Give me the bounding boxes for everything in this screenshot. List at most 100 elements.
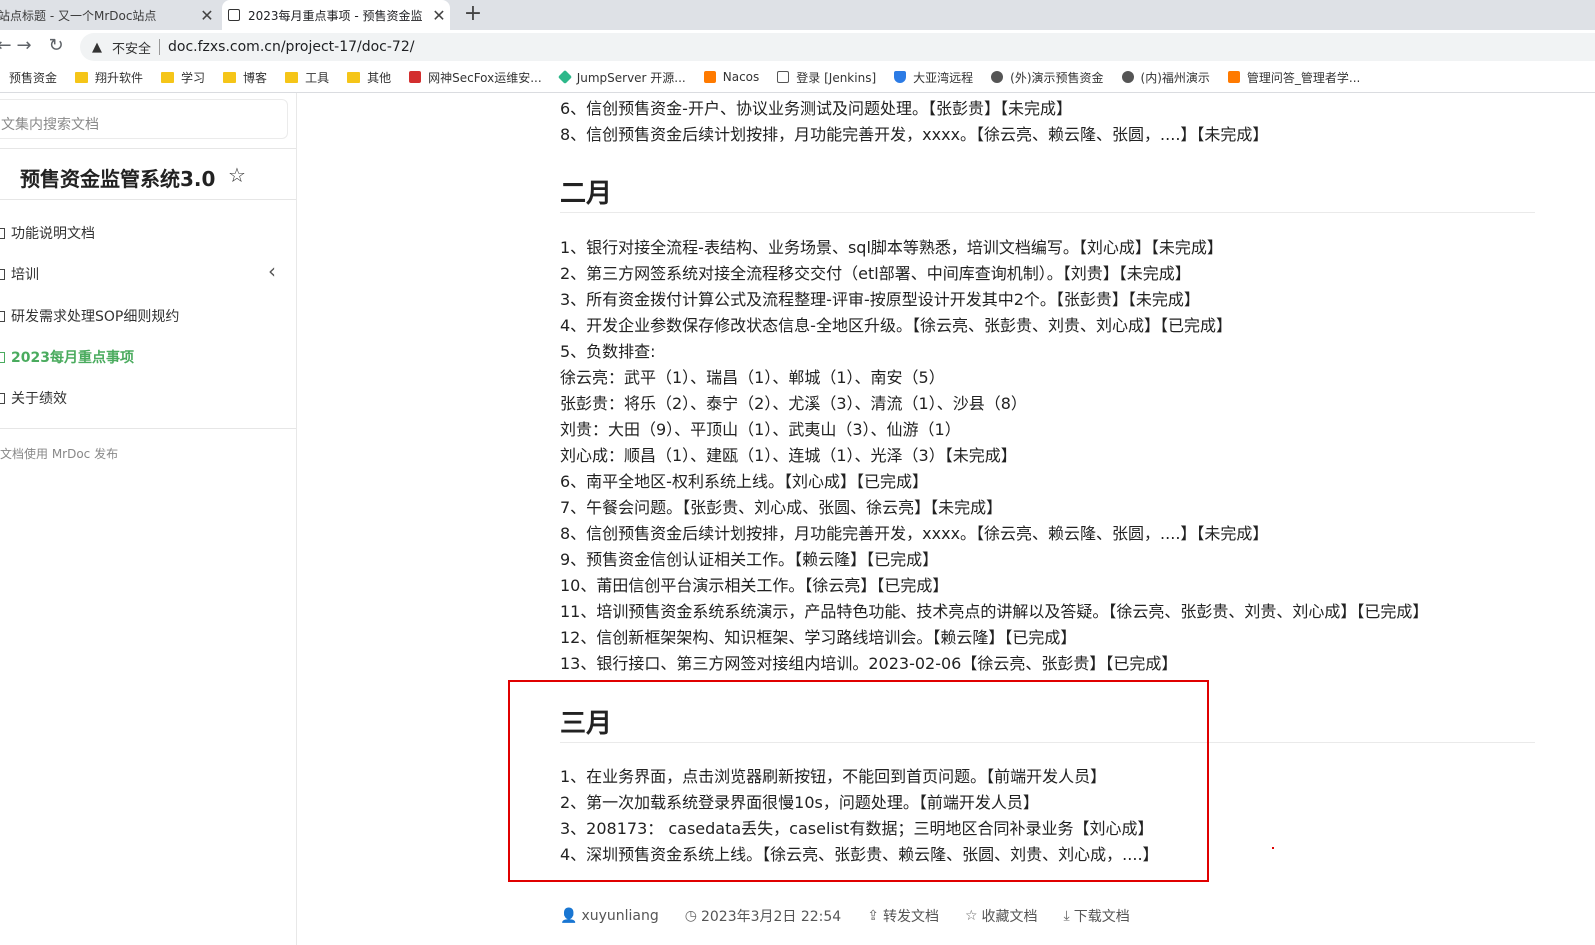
highlight-box xyxy=(508,680,1209,882)
close-icon[interactable]: ✕ xyxy=(196,6,218,25)
author[interactable]: 👤 xuyunliang xyxy=(560,906,659,926)
bookmarks-bar: 预售资金 翔升软件 学习 博客 工具 其他 网神SecFox运维安... Jum… xyxy=(0,62,1595,93)
folder-icon xyxy=(223,71,237,83)
list-item: 8、信创预售资金后续计划按排，月功能完善开发，xxxx。【徐云亮、赖云隆、张圆，… xyxy=(560,125,1269,144)
address-bar[interactable]: ▲ 不安全 doc.fzxs.com.cn/project-17/doc-72/ xyxy=(80,33,1595,61)
reload-icon[interactable]: ↻ xyxy=(44,34,68,58)
bookmark-label: 大亚湾远程 xyxy=(913,70,974,85)
list-item: 12、信创新框架架构、知识框架、学习路线培训会。【赖云隆】【已完成】 xyxy=(560,628,1077,647)
collect-button[interactable]: ☆ 收藏文档 xyxy=(965,906,1038,926)
divider xyxy=(0,148,296,149)
publish-date: ◷ 2023年3月2日 22:54 xyxy=(685,906,841,926)
doc-icon xyxy=(0,268,5,280)
list-item: 3、所有资金拨付计算公式及流程整理-评审-按原型设计开发其中2个。【张彭贵】【未… xyxy=(560,290,1200,309)
forward-arrow-icon[interactable]: → xyxy=(12,34,36,58)
bookmark-item[interactable]: 登录 [Jenkins] xyxy=(768,69,885,86)
bookmark-folder[interactable]: 工具 xyxy=(276,69,338,86)
star-icon[interactable]: ☆ xyxy=(228,163,246,187)
search-input[interactable] xyxy=(0,99,288,139)
globe-icon xyxy=(1121,71,1134,83)
bookmark-label: 网神SecFox运维安... xyxy=(428,70,542,85)
bookmark-label: 登录 [Jenkins] xyxy=(796,70,877,85)
bookmark-item[interactable]: (内)福州演示 xyxy=(1113,69,1219,86)
list-item: 徐云亮：武平（1）、瑞昌（1）、郸城（1）、南安（5） xyxy=(560,368,945,387)
author-name: xuyunliang xyxy=(581,908,659,924)
folder-icon xyxy=(75,71,89,83)
toc-item-label: 功能说明文档 xyxy=(11,226,95,242)
bookmark-label: JumpServer 开源... xyxy=(576,70,686,85)
list-item: 13、银行接口、第三方网签对接组内培训。2023-02-06【徐云亮、张彭贵】【… xyxy=(560,654,1178,673)
toc-item-label: 培训 xyxy=(11,267,39,283)
toc-item-label: 关于绩效 xyxy=(11,391,67,407)
new-tab-button[interactable]: + xyxy=(458,0,488,30)
bookmark-item[interactable]: (外)演示预售资金 xyxy=(982,69,1112,86)
bookmark-item[interactable]: 预售资金 xyxy=(0,69,66,86)
doc-icon xyxy=(0,392,5,404)
list-item: 11、培训预售资金系统系统演示，产品特色功能、技术亮点的讲解以及答疑。【徐云亮、… xyxy=(560,602,1429,621)
toc-item-feature-docs[interactable]: 功能说明文档 xyxy=(0,223,95,243)
bookmark-item[interactable]: 管理问答_管理者学... xyxy=(1219,69,1369,86)
download-label: 下载文档 xyxy=(1073,909,1130,925)
doc-icon xyxy=(0,351,5,363)
toc-item-label: 研发需求处理SOP细则规约 xyxy=(11,309,180,325)
divider xyxy=(159,39,161,55)
bookmark-label: 学习 xyxy=(181,70,206,85)
bookmark-label: 其他 xyxy=(367,70,392,85)
toc-item-2023-monthly[interactable]: 2023每月重点事项 xyxy=(0,347,134,367)
toc-item-label: 2023每月重点事项 xyxy=(11,350,134,366)
browser-toolbar: ← → ↻ ▲ 不安全 doc.fzxs.com.cn/project-17/d… xyxy=(0,30,1595,62)
shield-icon xyxy=(894,71,907,83)
divider xyxy=(0,199,296,200)
share-button[interactable]: ⇪ 转发文档 xyxy=(867,906,939,926)
collect-label: 收藏文档 xyxy=(981,909,1038,925)
site-favicon-icon xyxy=(228,9,240,21)
download-button[interactable]: ⤓ 下载文档 xyxy=(1064,906,1130,926)
annotation-mark xyxy=(1272,847,1274,849)
list-item: 2、第三方网签系统对接全流程移交交付（etl部署、中间库查询机制）。【刘贵】【未… xyxy=(560,264,1191,283)
list-item: 张彭贵：将乐（2）、泰宁（2）、尤溪（3）、清流（1）、沙县（8） xyxy=(560,394,1027,413)
list-item: 5、负数排查: xyxy=(560,342,656,361)
list-item: 1、银行对接全流程-表结构、业务场景、sql脚本等熟悉，培训文档编写。【刘心成】… xyxy=(560,238,1223,257)
divider xyxy=(560,212,1535,213)
bookmark-item[interactable]: 网神SecFox运维安... xyxy=(400,69,551,86)
bookmark-label: (外)演示预售资金 xyxy=(1010,70,1104,85)
close-icon[interactable]: ✕ xyxy=(428,6,450,25)
tab-title: 2023每月重点事项 - 预售资金监 xyxy=(248,8,423,23)
share-label: 转发文档 xyxy=(882,909,939,925)
divider xyxy=(0,428,296,429)
toc-item-training[interactable]: 培训 xyxy=(0,264,39,284)
bookmark-folder[interactable]: 翔升软件 xyxy=(66,69,152,86)
powered-by-text: 文档使用 MrDoc 发布 xyxy=(0,447,119,461)
bookmark-label: Nacos xyxy=(722,70,760,84)
list-item: 6、信创预售资金-开户、协议业务测试及问题处理。【张彭贵】【未完成】 xyxy=(560,99,1072,118)
list-item: 7、午餐会问题。【张彭贵、刘心成、张圆、徐云亮】【未完成】 xyxy=(560,498,1003,517)
bookmark-label: (内)福州演示 xyxy=(1140,70,1210,85)
toc-item-performance[interactable]: 关于绩效 xyxy=(0,388,67,408)
bookmark-folder[interactable]: 博客 xyxy=(214,69,276,86)
tab-mrdoc-site[interactable]: 站点标题 - 又一个MrDoc站点 ✕ xyxy=(0,0,218,30)
jumpserver-icon xyxy=(557,69,572,85)
list-item: 4、开发企业参数保存修改状态信息-全地区升级。【徐云亮、张彭贵、刘贵、刘心成】【… xyxy=(560,316,1232,335)
warning-icon[interactable]: ▲ xyxy=(88,40,106,55)
secfox-icon xyxy=(409,71,422,83)
doc-icon xyxy=(0,310,5,322)
bookmark-label: 预售资金 xyxy=(9,70,58,85)
folder-icon xyxy=(161,71,175,83)
download-icon: ⤓ xyxy=(1063,908,1070,924)
security-status[interactable]: 不安全 xyxy=(112,38,151,57)
tab-current-doc[interactable]: 2023每月重点事项 - 预售资金监 ✕ xyxy=(222,0,450,30)
section-heading-feb: 二月 xyxy=(560,179,613,209)
user-icon: 👤 xyxy=(560,908,578,924)
list-item: 刘心成：顺昌（1）、建瓯（1）、连城（1）、光泽（3）【未完成】 xyxy=(560,446,1017,465)
bookmark-item[interactable]: JumpServer 开源... xyxy=(551,69,695,86)
bookmark-folder[interactable]: 学习 xyxy=(152,69,214,86)
jenkins-icon xyxy=(777,71,790,83)
bookmark-folder[interactable]: 其他 xyxy=(338,69,400,86)
bookmark-item[interactable]: 大亚湾远程 xyxy=(885,69,982,86)
bookmark-label: 翔升软件 xyxy=(95,70,144,85)
toc-item-sop[interactable]: 研发需求处理SOP细则规约 xyxy=(0,306,179,326)
bookmark-item[interactable]: Nacos xyxy=(695,70,769,84)
bookmark-label: 管理问答_管理者学... xyxy=(1246,70,1361,85)
url-text[interactable]: doc.fzxs.com.cn/project-17/doc-72/ xyxy=(168,39,414,55)
chevron-left-icon[interactable]: ‹ xyxy=(268,259,276,283)
